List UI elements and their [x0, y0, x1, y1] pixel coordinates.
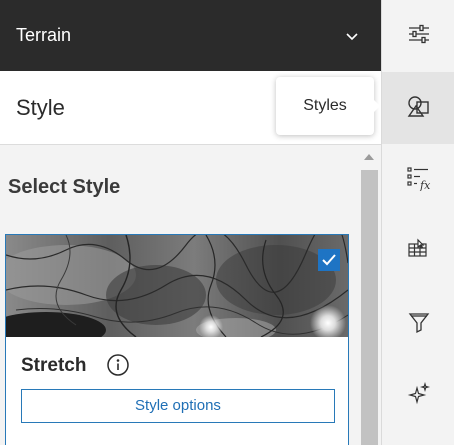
- toolbar-item-fields[interactable]: fx: [382, 144, 454, 216]
- terrain-thumbnail: [6, 235, 348, 337]
- sparkle-icon: [407, 381, 431, 411]
- panel-title: Style: [16, 94, 65, 120]
- toolbar-item-raster-functions[interactable]: [382, 216, 454, 288]
- style-name: Stretch: [21, 355, 87, 376]
- chevron-down-icon[interactable]: [345, 29, 359, 43]
- tooltip-text: Styles: [303, 97, 347, 114]
- toolbar-item-styles[interactable]: [382, 72, 454, 144]
- svg-text:fx: fx: [419, 179, 431, 191]
- toolbar-item-effects[interactable]: [382, 360, 454, 432]
- scrollbar-thumb[interactable]: [361, 170, 378, 445]
- filter-icon: [407, 310, 431, 339]
- app: Terrain Style Select Style Stretch Style…: [0, 0, 454, 445]
- styles-tooltip: Styles: [276, 77, 380, 135]
- checkmark-icon: [318, 249, 340, 271]
- sliders-icon: [407, 22, 431, 51]
- list-fx-icon: fx: [406, 165, 432, 196]
- style-options-button[interactable]: Style options: [21, 389, 335, 423]
- section-title: Select Style: [8, 176, 121, 198]
- shapes-icon: [406, 93, 432, 124]
- info-icon[interactable]: [106, 353, 130, 377]
- toolbar-item-filter[interactable]: [382, 288, 454, 360]
- style-content: Select Style Stretch Style options: [0, 146, 358, 445]
- style-panel: Terrain Style Select Style Stretch Style…: [0, 0, 381, 445]
- layer-title: Terrain: [16, 25, 72, 45]
- toolbar-item-properties[interactable]: [382, 0, 454, 72]
- scrollbar[interactable]: [358, 146, 381, 445]
- right-toolbar: fx: [381, 0, 454, 445]
- scroll-up-arrow-icon[interactable]: [364, 154, 374, 160]
- grid-cursor-icon: [406, 237, 432, 268]
- style-card-stretch[interactable]: Stretch Style options: [5, 234, 349, 445]
- layer-selector[interactable]: Terrain: [0, 0, 381, 71]
